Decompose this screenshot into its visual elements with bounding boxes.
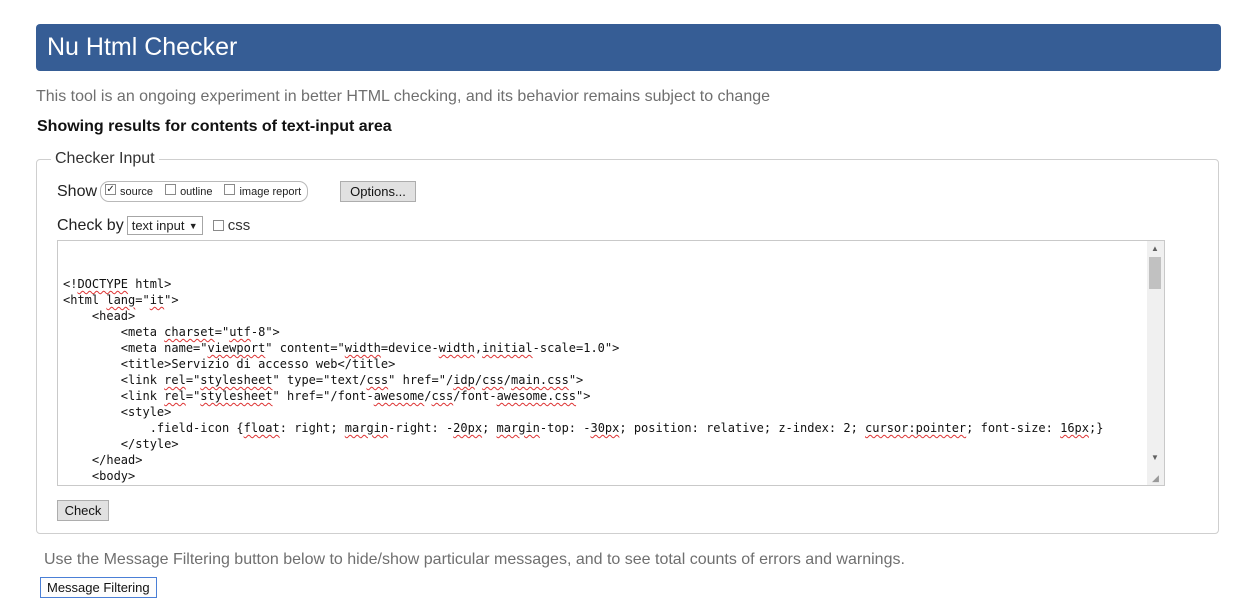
code-line: <head> <box>63 309 136 323</box>
code-line: <title>Servizio di accesso web</title> <box>63 357 396 371</box>
textarea-scrollbar[interactable]: ▲ ▼ <box>1147 241 1164 485</box>
show-outline-option[interactable]: outline <box>165 184 213 198</box>
message-filtering-button[interactable]: Message Filtering <box>40 577 157 598</box>
source-label: source <box>120 185 154 198</box>
check-by-label: Check by <box>57 216 124 234</box>
check-by-row: Check by text input ▼ css <box>57 216 250 235</box>
tagline: This tool is an ongoing experiment in be… <box>36 88 771 105</box>
code-line: <body> <box>63 469 136 483</box>
show-row: Show ✓ source outline image report <box>57 181 309 202</box>
source-checkbox[interactable]: ✓ <box>105 184 117 195</box>
code-line: <!DOCTYPE html> <box>63 277 172 291</box>
check-button[interactable]: Check <box>57 500 109 521</box>
code-line: <style> <box>63 405 172 419</box>
outline-checkbox[interactable] <box>165 184 177 195</box>
css-checkbox[interactable] <box>212 220 224 231</box>
filter-note: Use the Message Filtering button below t… <box>44 551 905 568</box>
source-code: <!DOCTYPE html> <html lang="it"> <head> … <box>63 260 1104 486</box>
code-line: <meta name="viewport" content="width=dev… <box>63 341 620 355</box>
css-option[interactable]: css <box>212 217 251 234</box>
show-label: Show <box>57 182 98 200</box>
code-line: <link rel="stylesheet" href="/font-aweso… <box>63 389 591 403</box>
code-line: .field-icon {float: right; margin-right:… <box>63 421 1104 435</box>
show-source-option[interactable]: ✓ source <box>105 184 154 198</box>
results-heading: Showing results for contents of text-inp… <box>37 118 392 135</box>
code-line: <html lang="it"> <box>63 293 179 307</box>
code-line: <div class="wrapper"> <box>63 485 244 486</box>
outline-label: outline <box>180 185 213 198</box>
code-line: </head> <box>63 453 143 467</box>
checker-input-legend: Checker Input <box>55 150 155 167</box>
check-by-select[interactable]: text input ▼ <box>126 216 203 235</box>
scroll-down-arrow-icon[interactable]: ▼ <box>1151 453 1159 462</box>
show-options-group: ✓ source outline image report <box>100 181 309 202</box>
code-line: </style> <box>63 437 179 451</box>
code-line: <meta charset="utf-8"> <box>63 325 280 339</box>
scroll-up-arrow-icon[interactable]: ▲ <box>1151 244 1159 253</box>
code-line: <link rel="stylesheet" type="text/css" h… <box>63 373 584 387</box>
image-report-label: image report <box>239 185 302 198</box>
options-button[interactable]: Options... <box>340 181 416 202</box>
check-by-selected-value: text input <box>131 218 185 233</box>
source-textarea[interactable]: <!DOCTYPE html> <html lang="it"> <head> … <box>57 240 1165 486</box>
css-label: css <box>227 217 251 234</box>
app-title: Nu Html Checker <box>47 33 238 61</box>
show-image-report-option[interactable]: image report <box>224 184 302 198</box>
scrollbar-thumb[interactable] <box>1149 257 1161 289</box>
app-header: Nu Html Checker <box>36 24 1221 71</box>
image-report-checkbox[interactable] <box>224 184 236 195</box>
resize-handle-icon[interactable]: ◢ <box>1152 473 1162 483</box>
dropdown-arrow-icon: ▼ <box>188 220 198 231</box>
